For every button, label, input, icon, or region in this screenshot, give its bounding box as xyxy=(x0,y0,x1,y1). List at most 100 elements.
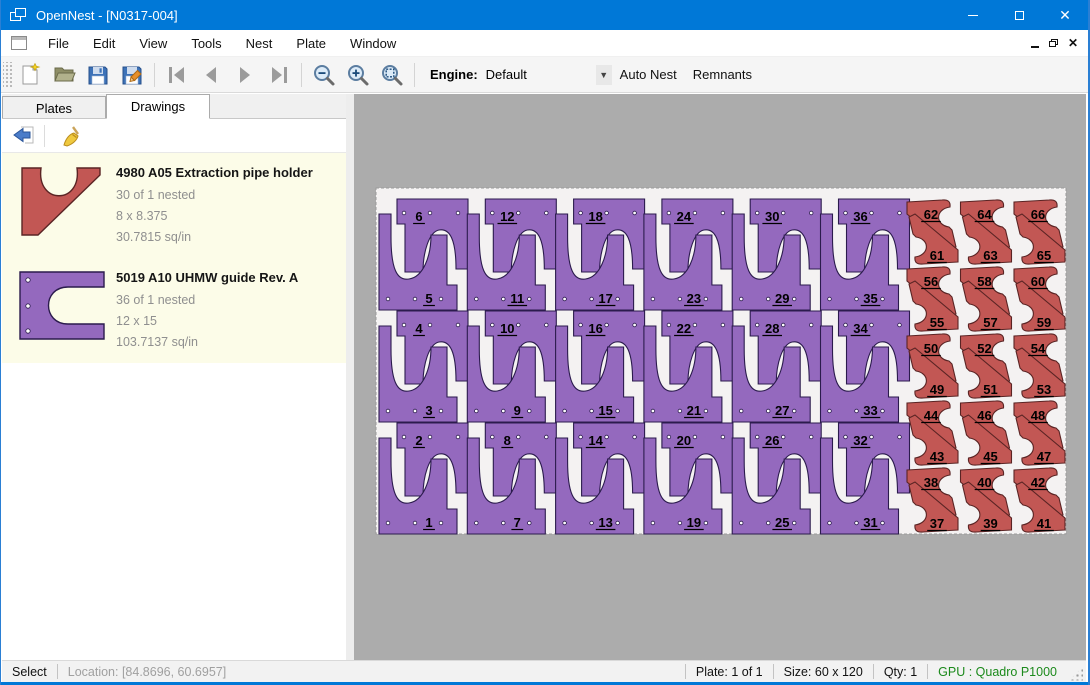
menu-item-edit[interactable]: Edit xyxy=(81,32,127,55)
tab-drawings[interactable]: Drawings xyxy=(106,94,210,119)
part-number: 27 xyxy=(775,403,789,418)
mdi-close-icon[interactable]: ✕ xyxy=(1068,36,1078,50)
part-number: 8 xyxy=(504,433,511,448)
drawing-nested-count: 36 of 1 nested xyxy=(116,290,338,311)
drawing-title: 5019 A10 UHMW guide Rev. A xyxy=(116,270,338,285)
previous-plate-button[interactable] xyxy=(194,60,228,90)
save-button[interactable] xyxy=(81,60,115,90)
save-as-button[interactable] xyxy=(115,60,149,90)
part-number: 19 xyxy=(687,515,701,530)
previous-arrow-icon xyxy=(199,64,223,86)
part-number: 65 xyxy=(1037,248,1051,263)
part-number: 63 xyxy=(983,248,997,263)
nest-canvas[interactable]: 6512111817242330293635431091615222128273… xyxy=(354,94,1086,660)
panel-tabstrip: PlatesDrawings xyxy=(2,94,346,119)
status-qty: Qty: 1 xyxy=(874,665,927,679)
drawing-thumbnail xyxy=(16,268,108,353)
part-number: 28 xyxy=(765,321,779,336)
status-size: Size: 60 x 120 xyxy=(774,665,873,679)
new-button[interactable] xyxy=(13,60,47,90)
mdi-document-icon[interactable] xyxy=(11,36,27,50)
main-toolbar: Engine: Default ▼ Auto Nest Remnants xyxy=(1,57,1088,93)
auto-nest-button[interactable]: Auto Nest xyxy=(612,62,685,87)
drawing-size: 8 x 8.375 xyxy=(116,206,338,227)
part-number: 35 xyxy=(863,291,877,306)
part-number: 7 xyxy=(514,515,521,530)
menu-item-window[interactable]: Window xyxy=(338,32,408,55)
drawing-thumbnail xyxy=(16,163,108,248)
drawing-list: 4980 A05 Extraction pipe holder30 of 1 n… xyxy=(2,153,346,660)
first-arrow-icon xyxy=(165,64,189,86)
first-plate-button[interactable] xyxy=(160,60,194,90)
menu-item-file[interactable]: File xyxy=(36,32,81,55)
part-number: 41 xyxy=(1037,516,1051,531)
part-number: 45 xyxy=(983,449,997,464)
part-number: 36 xyxy=(853,209,867,224)
part-number: 22 xyxy=(677,321,691,336)
chevron-down-icon[interactable]: ▼ xyxy=(596,65,612,85)
resize-grip[interactable] xyxy=(1069,667,1083,681)
part-number: 56 xyxy=(924,274,938,289)
part-number: 52 xyxy=(977,341,991,356)
part-number: 21 xyxy=(687,403,701,418)
menu-item-plate[interactable]: Plate xyxy=(284,32,338,55)
menu-item-tools[interactable]: Tools xyxy=(179,32,233,55)
part-number: 33 xyxy=(863,403,877,418)
save-as-icon xyxy=(120,63,144,87)
minimize-button[interactable] xyxy=(950,0,996,30)
part-number: 61 xyxy=(930,248,944,263)
drawing-area: 103.7137 sq/in xyxy=(116,332,338,353)
part-number: 13 xyxy=(598,515,612,530)
part-number: 55 xyxy=(930,315,944,330)
mdi-minimize-icon[interactable] xyxy=(1031,46,1039,48)
part-number: 38 xyxy=(924,475,938,490)
part-number: 34 xyxy=(853,321,868,336)
part-number: 51 xyxy=(983,382,997,397)
blue-back-arrow-icon xyxy=(13,126,35,146)
menu-item-nest[interactable]: Nest xyxy=(234,32,285,55)
clear-broom-button[interactable] xyxy=(55,122,87,150)
zoom-in-button[interactable] xyxy=(341,60,375,90)
maximize-button[interactable] xyxy=(996,0,1042,30)
app-icon xyxy=(10,7,28,23)
part-number: 40 xyxy=(977,475,991,490)
status-bar: Select Location: [84.8696, 60.6957] Plat… xyxy=(2,660,1086,682)
next-plate-button[interactable] xyxy=(228,60,262,90)
open-button[interactable] xyxy=(47,60,81,90)
part-number: 62 xyxy=(924,207,938,222)
send-back-button[interactable] xyxy=(8,122,40,150)
menu-bar: FileEditViewToolsNestPlateWindow ✕ xyxy=(1,30,1088,57)
part-number: 1 xyxy=(425,515,432,530)
last-plate-button[interactable] xyxy=(262,60,296,90)
zoom-fit-button[interactable] xyxy=(375,60,409,90)
part-number: 26 xyxy=(765,433,779,448)
part-number: 59 xyxy=(1037,315,1051,330)
panel-toolbar xyxy=(2,119,346,153)
part-number: 29 xyxy=(775,291,789,306)
part-number: 6 xyxy=(415,209,422,224)
window-title: OpenNest - [N0317-004] xyxy=(36,8,178,23)
drawing-list-item[interactable]: 4980 A05 Extraction pipe holder30 of 1 n… xyxy=(2,153,346,258)
part-number: 64 xyxy=(977,207,992,222)
part-number: 23 xyxy=(687,291,701,306)
menu-item-view[interactable]: View xyxy=(127,32,179,55)
part-number: 12 xyxy=(500,209,514,224)
drawing-list-item[interactable]: 5019 A10 UHMW guide Rev. A 36 of 1 nested… xyxy=(2,258,346,363)
drawing-title: 4980 A05 Extraction pipe holder xyxy=(116,165,338,180)
part-number: 2 xyxy=(415,433,422,448)
zoom-out-button[interactable] xyxy=(307,60,341,90)
mdi-restore-icon[interactable] xyxy=(1049,39,1058,47)
part-number: 60 xyxy=(1031,274,1045,289)
tab-plates[interactable]: Plates xyxy=(2,96,106,118)
engine-label: Engine: xyxy=(430,67,478,82)
remnants-button[interactable]: Remnants xyxy=(685,62,760,87)
engine-combobox[interactable]: Default ▼ xyxy=(484,63,612,87)
part-number: 15 xyxy=(598,403,612,418)
part-number: 57 xyxy=(983,315,997,330)
close-button[interactable]: ✕ xyxy=(1042,0,1088,30)
new-file-icon xyxy=(18,63,42,87)
part-number: 46 xyxy=(977,408,991,423)
part-number: 16 xyxy=(588,321,602,336)
drawing-area: 30.7815 sq/in xyxy=(116,227,338,248)
next-arrow-icon xyxy=(233,64,257,86)
